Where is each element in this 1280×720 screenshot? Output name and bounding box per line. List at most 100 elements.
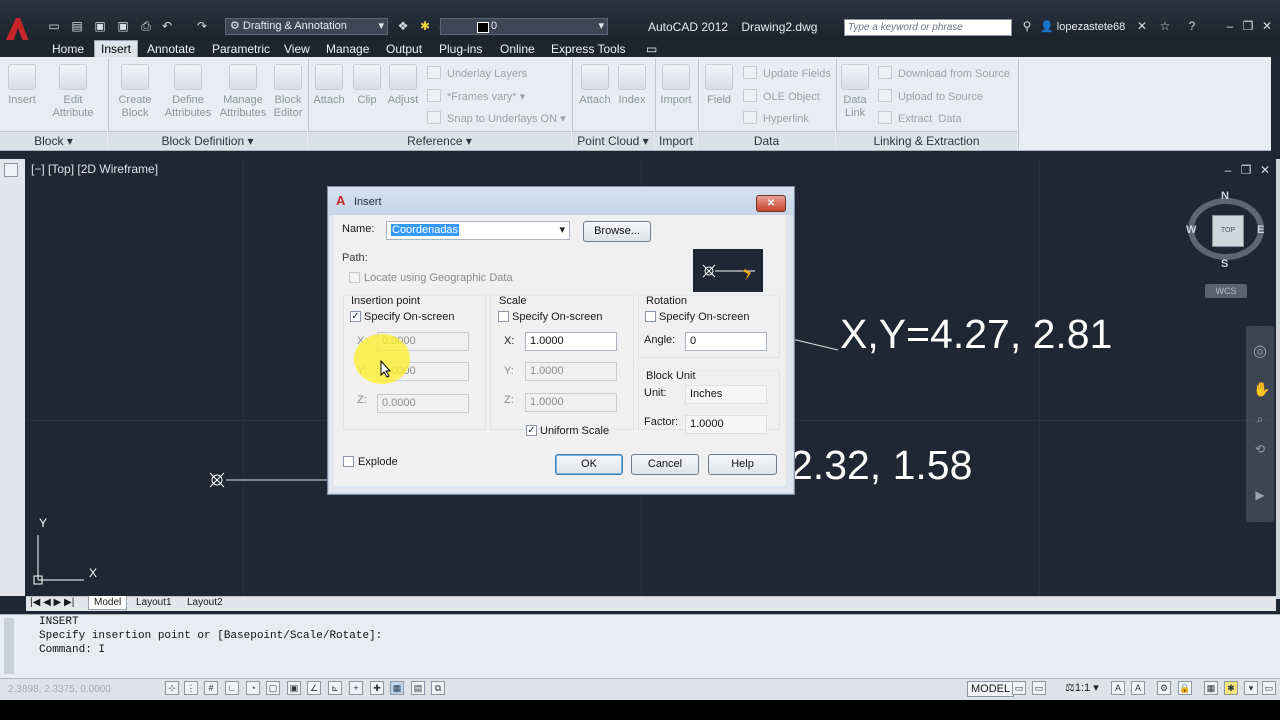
workspace-switch-icon[interactable]: ⚙ [1157, 681, 1171, 695]
import-button[interactable]: Import [658, 64, 694, 107]
update-fields-button[interactable]: Update Fields [743, 66, 831, 80]
lightbulb-icon[interactable]: ✱ [418, 19, 432, 33]
panel-reference[interactable]: Reference ▾ [308, 131, 571, 150]
define-attributes-button[interactable]: Define Attributes [162, 64, 214, 120]
insert-block-button[interactable]: Insert [4, 64, 40, 107]
scale-y-input[interactable]: 1.0000 [525, 362, 617, 381]
annotation-scale[interactable]: ⚖1:1 ▾ [1065, 681, 1099, 694]
explode-checkbox[interactable] [343, 456, 354, 467]
3d-object-snap-icon[interactable]: ▣ [287, 681, 301, 695]
clean-screen-icon[interactable]: ▭ [1262, 681, 1276, 695]
adjust-button[interactable]: Adjust [385, 64, 421, 107]
object-snap-icon[interactable]: ▢ [266, 681, 280, 695]
annotation-visibility-icon[interactable]: A [1111, 681, 1125, 695]
snap-mode-icon[interactable]: ⋮ [184, 681, 198, 695]
hyperlink-button[interactable]: Hyperlink [743, 111, 809, 125]
grid-display-icon[interactable]: # [204, 681, 218, 695]
panel-block-definition[interactable]: Block Definition ▾ [108, 131, 307, 150]
panel-point-cloud[interactable]: Point Cloud ▾ [572, 131, 654, 150]
scale-specify-checkbox[interactable] [498, 311, 509, 322]
status-menu-icon[interactable]: ▾ [1244, 681, 1258, 695]
dialog-title-bar[interactable]: A Insert ✕ [328, 187, 794, 215]
infer-constraints-icon[interactable]: ⊹ [165, 681, 179, 695]
lineweight-icon[interactable]: ✚ [370, 681, 384, 695]
dialog-close-button[interactable]: ✕ [756, 195, 786, 212]
block-marker[interactable] [209, 472, 225, 488]
search-input[interactable]: Type a keyword or phrase [844, 19, 1012, 36]
extract-data-button[interactable]: Extract Data [878, 111, 962, 125]
new-icon[interactable]: ▭ [47, 19, 61, 33]
frames-vary-dropdown[interactable]: *Frames vary* ▾ [427, 89, 525, 103]
clip-button[interactable]: Clip [351, 64, 383, 107]
user-name[interactable]: 👤 lopezastete68 [1040, 20, 1125, 33]
quick-view-drawings-icon[interactable]: ▭ [1032, 681, 1046, 695]
geographic-data-checkbox[interactable] [349, 272, 360, 283]
star-icon[interactable]: ☆ [1158, 19, 1172, 33]
selection-cycling-icon[interactable]: ⧉ [431, 681, 445, 695]
browse-button[interactable]: Browse... [583, 221, 651, 242]
scale-x-input[interactable]: 1.0000 [525, 332, 617, 351]
isolate-objects-icon[interactable]: ✱ [1224, 681, 1238, 695]
tab-home[interactable]: Home [52, 41, 84, 57]
save-icon[interactable]: ▣ [93, 19, 107, 33]
minimize-icon[interactable]: – [1223, 19, 1237, 33]
layout-nav-buttons[interactable]: |◀ ◀ ▶ ▶| [30, 596, 74, 609]
lock-ui-icon[interactable]: 🔒 [1178, 681, 1192, 695]
uniform-scale-checkbox[interactable]: ✓ [526, 425, 537, 436]
edit-attribute-button[interactable]: Edit Attribute [48, 64, 98, 120]
tab-manage[interactable]: Manage [326, 41, 369, 57]
command-prompt[interactable]: Command: I [39, 644, 105, 656]
auto-scale-icon[interactable]: A [1131, 681, 1145, 695]
layer-select[interactable]: 0 ▾ [440, 18, 608, 35]
data-link-button[interactable]: Data Link [840, 64, 870, 120]
undo-icon[interactable]: ↶ [160, 19, 174, 33]
tab-model[interactable]: Model [88, 596, 128, 610]
print-icon[interactable]: ⎙ [139, 19, 153, 33]
command-line[interactable] [0, 614, 1280, 679]
block-name-combo[interactable]: Coordenadas ▾ [386, 221, 570, 240]
insertion-z-input[interactable]: 0.0000 [377, 394, 469, 413]
create-block-button[interactable]: Create Block [114, 64, 156, 120]
tab-insert[interactable]: Insert [94, 40, 139, 57]
tab-plug-ins[interactable]: Plug-ins [439, 41, 482, 57]
binoculars-icon[interactable]: ⚲ [1020, 19, 1034, 33]
underlay-layers-button[interactable]: Underlay Layers [427, 66, 527, 80]
hardware-acceleration-icon[interactable]: ▦ [1204, 681, 1218, 695]
quick-view-layouts-icon[interactable]: ▭ [1012, 681, 1026, 695]
tab-layout2[interactable]: Layout2 [187, 596, 223, 609]
transparency-icon[interactable]: ▦ [390, 681, 404, 695]
manage-attributes-button[interactable]: Manage Attributes [216, 64, 270, 120]
help-button[interactable]: Help [708, 454, 777, 475]
block-editor-button[interactable]: Block Editor [270, 64, 306, 120]
panel-block[interactable]: Block ▾ [0, 131, 107, 150]
point-cloud-attach-button[interactable]: Attach [577, 64, 613, 107]
dynamic-ucs-icon[interactable]: ⊾ [328, 681, 342, 695]
attach-button[interactable]: Attach [311, 64, 347, 107]
save-as-icon[interactable]: ▣ [116, 19, 130, 33]
field-button[interactable]: Field [703, 64, 735, 107]
workspace-select[interactable]: ⚙ Drafting & Annotation ▾ [225, 18, 388, 35]
tab-parametric[interactable]: Parametric [212, 41, 270, 57]
model-space-toggle[interactable]: MODEL [967, 681, 1015, 697]
tab-express-tools[interactable]: Express Tools [551, 41, 625, 57]
snap-underlays-dropdown[interactable]: Snap to Underlays ON ▾ [427, 111, 566, 125]
exchange-icon[interactable]: ✕ [1135, 19, 1149, 33]
insertion-specify-checkbox[interactable]: ✓ [350, 311, 361, 322]
download-source-button[interactable]: Download from Source [878, 66, 1010, 80]
quick-properties-icon[interactable]: ▤ [411, 681, 425, 695]
point-cloud-index-button[interactable]: Index [616, 64, 648, 107]
object-snap-tracking-icon[interactable]: ∠ [307, 681, 321, 695]
maximize-icon[interactable]: ❐ [1241, 19, 1255, 33]
command-line-grip[interactable] [4, 618, 14, 674]
close-icon[interactable]: ✕ [1260, 19, 1274, 33]
polar-tracking-icon[interactable]: ◔ [246, 681, 260, 695]
cancel-button[interactable]: Cancel [631, 454, 699, 475]
scale-z-input[interactable]: 1.0000 [525, 393, 617, 412]
ortho-mode-icon[interactable]: ∟ [225, 681, 239, 695]
rotation-specify-checkbox[interactable] [645, 311, 656, 322]
open-icon[interactable]: ▤ [70, 19, 84, 33]
tab-online[interactable]: Online [500, 41, 535, 57]
ok-button[interactable]: OK [555, 454, 623, 475]
dynamic-input-icon[interactable]: + [349, 681, 363, 695]
coordinate-display[interactable]: 2.3898, 2.3375, 0.0000 [8, 684, 111, 695]
